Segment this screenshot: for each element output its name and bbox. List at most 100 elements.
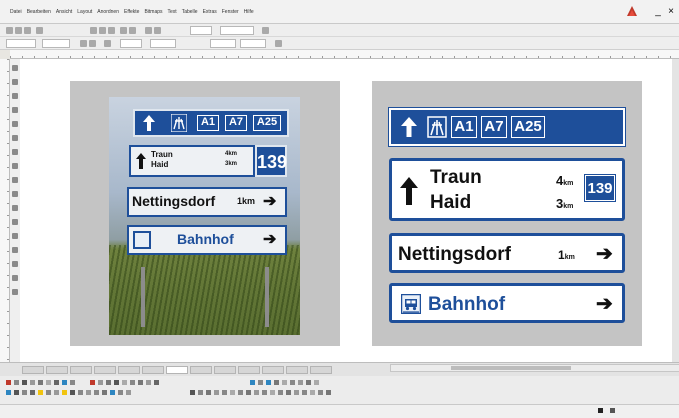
menu-table[interactable]: Tabelle <box>182 6 198 18</box>
swatch[interactable] <box>22 380 27 385</box>
swatch[interactable] <box>46 390 51 395</box>
swatch[interactable] <box>114 380 119 385</box>
open-icon[interactable] <box>15 27 22 34</box>
menu-layout[interactable]: Layout <box>77 6 92 18</box>
swatch[interactable] <box>14 380 19 385</box>
shape-tool-icon[interactable] <box>12 79 18 85</box>
dimension-tool-icon[interactable] <box>12 205 18 211</box>
swatch[interactable] <box>198 390 203 395</box>
swatch[interactable] <box>138 380 143 385</box>
swatch[interactable] <box>94 390 99 395</box>
swatch[interactable] <box>254 390 259 395</box>
swatch[interactable] <box>126 390 131 395</box>
swatch[interactable] <box>30 390 35 395</box>
menu-text[interactable]: Text <box>168 6 177 18</box>
swatch[interactable] <box>266 380 271 385</box>
swatch[interactable] <box>302 390 307 395</box>
redo-icon[interactable] <box>129 27 136 34</box>
swatch[interactable] <box>326 390 331 395</box>
swatch[interactable] <box>102 390 107 395</box>
snap-dropdown[interactable] <box>220 26 254 35</box>
swatch[interactable] <box>38 380 43 385</box>
swatch[interactable] <box>190 390 195 395</box>
swatch[interactable] <box>122 380 127 385</box>
connector-tool-icon[interactable] <box>12 219 18 225</box>
menu-arrange[interactable]: Anordnen <box>97 6 119 18</box>
swatch[interactable] <box>282 380 287 385</box>
motorway-sign[interactable]: A1 A7 A25 <box>388 107 626 147</box>
save-icon[interactable] <box>24 27 31 34</box>
text-tool-icon[interactable] <box>12 177 18 183</box>
drawing-canvas[interactable]: A1 A7 A25 Traun Haid 4km 3km 139 Netting… <box>20 59 672 362</box>
freehand-tool-icon[interactable] <box>12 121 18 127</box>
swatch[interactable] <box>86 390 91 395</box>
swatch[interactable] <box>306 380 311 385</box>
swatch[interactable] <box>70 380 75 385</box>
new-icon[interactable] <box>6 27 13 34</box>
page-tab[interactable] <box>214 366 236 374</box>
swatch[interactable] <box>62 380 67 385</box>
swatch[interactable] <box>154 380 159 385</box>
swatch[interactable] <box>38 390 43 395</box>
page-tab[interactable] <box>94 366 116 374</box>
swatch[interactable] <box>230 390 235 395</box>
outline-tool-icon[interactable] <box>12 261 18 267</box>
swatch[interactable] <box>318 390 323 395</box>
menu-tools[interactable]: Extras <box>203 6 217 18</box>
blend-tool-icon[interactable] <box>12 233 18 239</box>
crop-tool-icon[interactable] <box>12 93 18 99</box>
swatch[interactable] <box>78 390 83 395</box>
zoom-field[interactable] <box>190 26 212 35</box>
print-icon[interactable] <box>36 27 43 34</box>
interactive-fill-tool-icon[interactable] <box>12 289 18 295</box>
minimize-button[interactable]: _ <box>652 5 664 17</box>
cut-icon[interactable] <box>90 27 97 34</box>
menu-effects[interactable]: Effekte <box>124 6 139 18</box>
undo-icon[interactable] <box>120 27 127 34</box>
swatch[interactable] <box>90 380 95 385</box>
units-dropdown[interactable] <box>120 39 142 48</box>
horizontal-scrollbar[interactable] <box>390 364 679 372</box>
export-icon[interactable] <box>154 27 161 34</box>
swatch[interactable] <box>262 390 267 395</box>
portrait-icon[interactable] <box>80 40 87 47</box>
swatch[interactable] <box>70 390 75 395</box>
swatch[interactable] <box>278 390 283 395</box>
page-tab[interactable] <box>118 366 140 374</box>
swatch[interactable] <box>286 390 291 395</box>
swatch[interactable] <box>298 380 303 385</box>
page-tab[interactable] <box>22 366 44 374</box>
page-tab[interactable] <box>190 366 212 374</box>
swatch[interactable] <box>290 380 295 385</box>
swatch[interactable] <box>258 380 263 385</box>
nettingsdorf-sign[interactable]: Nettingsdorf 1km ➔ <box>389 233 625 273</box>
swatch[interactable] <box>270 390 275 395</box>
page-tab[interactable] <box>238 366 260 374</box>
fill-tool-icon[interactable] <box>12 275 18 281</box>
duplicate-distance-field[interactable] <box>210 39 236 48</box>
swatch[interactable] <box>62 390 67 395</box>
swatch[interactable] <box>206 390 211 395</box>
swatch[interactable] <box>130 380 135 385</box>
zoom-tool-icon[interactable] <box>12 107 18 113</box>
swatch[interactable] <box>146 380 151 385</box>
swatch[interactable] <box>294 390 299 395</box>
menu-view[interactable]: Ansicht <box>56 6 72 18</box>
traun-haid-sign[interactable]: Traun Haid 4km 3km 139 <box>389 158 625 221</box>
width-field[interactable] <box>42 39 70 48</box>
scrollbar-thumb[interactable] <box>451 366 571 370</box>
swatch[interactable] <box>98 380 103 385</box>
swatch[interactable] <box>22 390 27 395</box>
copy-icon[interactable] <box>99 27 106 34</box>
menu-bitmaps[interactable]: Bitmaps <box>144 6 162 18</box>
options-icon[interactable] <box>262 27 269 34</box>
swatch[interactable] <box>118 390 123 395</box>
page-tab[interactable] <box>70 366 92 374</box>
options-icon[interactable] <box>275 40 282 47</box>
page-tab-active[interactable] <box>166 366 188 374</box>
swatch[interactable] <box>250 380 255 385</box>
menu-edit[interactable]: Bearbeiten <box>27 6 51 18</box>
swatch[interactable] <box>54 380 59 385</box>
swatch[interactable] <box>14 390 19 395</box>
swatch[interactable] <box>214 390 219 395</box>
